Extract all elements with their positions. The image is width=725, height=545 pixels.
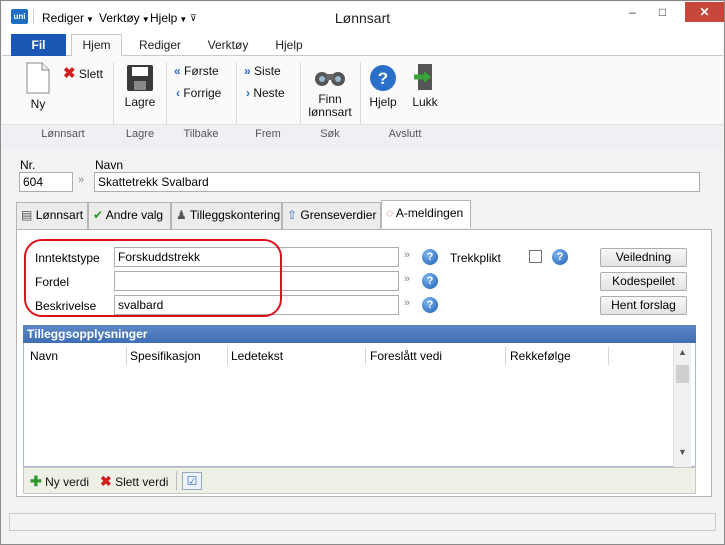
delete-x-icon: ✖ (63, 65, 76, 82)
tab-grenseverdier[interactable]: ⇧ Grenseverdier (282, 202, 381, 229)
delete-label: Slett (78, 67, 103, 81)
new-document-icon (26, 62, 50, 94)
tab-hjem[interactable]: Hjem (71, 34, 122, 57)
person-icon: ♟ (176, 208, 187, 222)
inntektstype-lookup-arrow[interactable]: » (404, 249, 410, 261)
new-value-button[interactable]: ✚ Ny verdi (30, 473, 89, 490)
nr-field[interactable]: 604 (19, 172, 73, 192)
binoculars-icon (315, 72, 345, 86)
group-lagre: Lagre (125, 128, 155, 140)
beskrivelse-lookup-arrow[interactable]: » (404, 297, 410, 309)
svg-text:?: ? (378, 69, 388, 88)
previous-button[interactable]: ‹ Forrige (176, 86, 221, 100)
delete-value-button[interactable]: ✖ Slett verdi (100, 473, 168, 490)
group-avslutt: Avslutt (388, 128, 422, 140)
highlight-ellipse (24, 239, 282, 317)
next-button[interactable]: › Neste (246, 86, 285, 100)
checkmark-icon: ✔ (93, 208, 104, 222)
chevron-right-icon: › (246, 86, 250, 100)
fordel-lookup-arrow[interactable]: » (404, 273, 410, 285)
lifebuoy-icon: ◌ (386, 206, 394, 220)
grid-title: Tilleggsopplysninger (23, 325, 696, 343)
beskrivelse-help-icon[interactable]: ? (422, 297, 438, 313)
trekkplikt-help-icon[interactable]: ? (552, 249, 568, 265)
title-bar: uni Rediger ▼ Verktøy ▼ Hjelp ▼ ⊽ Lønnsart … (2, 2, 724, 31)
chevron-left-icon: ‹ (176, 86, 180, 100)
group-sok: Søk (320, 128, 340, 140)
group-tilbake: Tilbake (183, 128, 219, 140)
close-window-button[interactable]: ✕ (685, 2, 724, 22)
find-label: Finn lønnsart (308, 92, 352, 119)
delete-button[interactable]: ✖ Slett (63, 64, 103, 82)
grid-toolbar: ✚ Ny verdi ✖ Slett verdi ☑ (23, 467, 696, 494)
arrow-up-icon: ⇧ (287, 208, 298, 222)
nr-lookup-arrow[interactable]: » (78, 174, 84, 186)
double-chevron-left-icon: « (174, 64, 181, 78)
first-button[interactable]: « Første (174, 64, 219, 78)
ribbon: Ny ✖ Slett Lagre « Første ‹ Forrige » Si… (2, 56, 723, 149)
help-icon: ? (370, 65, 396, 91)
tilleggsopplysninger-grid: Navn Spesifikasjon Ledetekst Foreslått v… (23, 343, 696, 467)
save-button[interactable]: Lagre (120, 64, 160, 109)
close-label: Lukk (412, 95, 438, 109)
help-label: Hjelp (369, 95, 397, 109)
veiledning-button[interactable]: Veiledning (600, 248, 687, 267)
window: uni Rediger ▼ Verktøy ▼ Hjelp ▼ ⊽ Lønnsart … (0, 0, 725, 545)
scroll-up-icon[interactable]: ▲ (678, 347, 687, 357)
last-label: Siste (254, 64, 281, 78)
tab-rediger[interactable]: Rediger (130, 36, 190, 56)
scroll-down-icon[interactable]: ▼ (678, 447, 687, 457)
tab-andre-valg[interactable]: ✔ Andre valg (88, 202, 171, 229)
maximize-button[interactable]: □ (649, 2, 676, 22)
exit-door-icon (414, 64, 432, 90)
fordel-help-icon[interactable]: ? (422, 273, 438, 289)
tab-hjelp[interactable]: Hjelp (267, 36, 311, 56)
new-button[interactable]: Ny (16, 62, 60, 111)
hent-forslag-button[interactable]: Hent forslag (600, 296, 687, 315)
new-label: Ny (30, 97, 46, 111)
tab-verktoy[interactable]: Verktøy (198, 36, 258, 56)
trekkplikt-checkbox[interactable] (529, 250, 542, 263)
double-chevron-right-icon: » (244, 64, 251, 78)
trekkplikt-label: Trekkplikt (450, 251, 501, 265)
previous-label: Forrige (183, 86, 222, 100)
tab-a-meldingen[interactable]: ◌ A-meldingen (381, 200, 471, 228)
document-icon: ▤ (21, 208, 33, 222)
save-label: Lagre (124, 95, 156, 109)
find-button[interactable]: Finn lønnsart (304, 64, 356, 119)
status-bar (9, 513, 716, 531)
kodespeilet-button[interactable]: Kodespeilet (600, 272, 687, 291)
checklist-icon[interactable]: ☑ (182, 472, 202, 490)
floppy-disk-icon (127, 65, 153, 91)
column-header-spesifikasjon[interactable]: Spesifikasjon (130, 349, 201, 363)
column-header-foreslatt-verdi[interactable]: Foreslått vedi (370, 349, 442, 363)
column-header-ledetekst[interactable]: Ledetekst (231, 349, 283, 363)
delete-x-icon: ✖ (100, 473, 112, 489)
tab-tilleggskontering[interactable]: ♟ Tilleggskontering (171, 202, 282, 229)
plus-icon: ✚ (30, 473, 42, 489)
scroll-thumb[interactable] (676, 365, 689, 383)
first-label: Første (184, 64, 219, 78)
group-lonnsart: Lønnsart (41, 128, 85, 140)
group-frem: Frem (255, 128, 281, 140)
ribbon-tab-bar: Fil Hjem Rediger Verktøy Hjelp (2, 31, 723, 57)
help-button[interactable]: ? Hjelp (364, 64, 402, 109)
file-tab[interactable]: Fil (11, 34, 66, 56)
nr-label: Nr. (20, 158, 36, 172)
name-label: Navn (95, 158, 124, 172)
column-header-navn[interactable]: Navn (30, 349, 58, 363)
column-header-rekkefolge[interactable]: Rekkefølge (510, 349, 571, 363)
name-field[interactable]: Skattetrekk Svalbard (94, 172, 700, 192)
last-button[interactable]: » Siste (244, 64, 281, 78)
tab-lonnsart[interactable]: ▤ Lønnsart (16, 202, 88, 229)
next-label: Neste (253, 86, 285, 100)
close-button[interactable]: Lukk (408, 62, 442, 109)
grid-scrollbar[interactable]: ▲ ▼ (673, 343, 691, 467)
inntektstype-help-icon[interactable]: ? (422, 249, 438, 265)
minimize-button[interactable]: – (619, 2, 646, 22)
window-title: Lønnsart (334, 10, 391, 26)
